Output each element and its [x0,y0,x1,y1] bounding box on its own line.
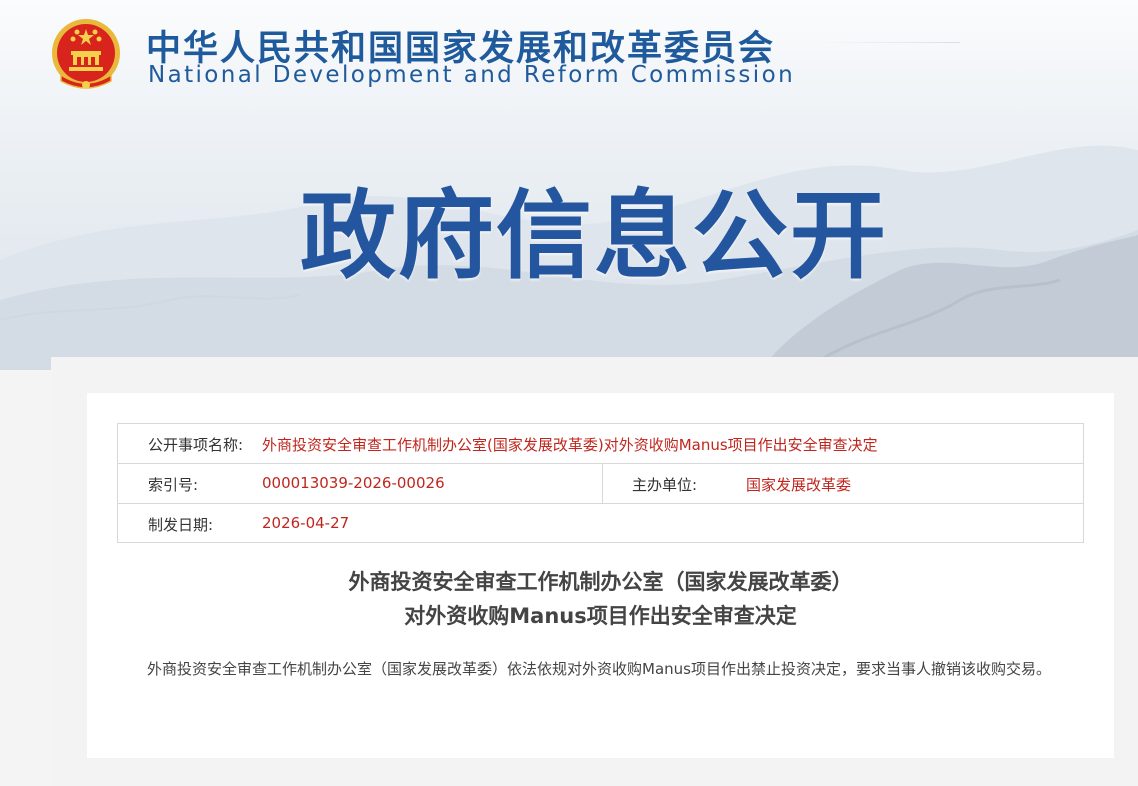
banner-title: 政府信息公开 [300,180,888,292]
table-row: 索引号: 000013039-2026-00026 主办单位: 国家发展改革委 [118,464,1083,504]
table-row: 制发日期: 2026-04-27 [118,504,1083,544]
index-number-value: 000013039-2026-00026 [262,474,445,492]
header-divider [820,42,960,43]
org-name-english: National Development and Reform Commissi… [148,62,796,88]
index-number-label: 索引号: [148,476,199,494]
national-emblem-icon [52,19,120,89]
item-name-value: 外商投资安全审查工作机制办公室(国家发展改革委)对外资收购Manus项目作出安全… [262,436,878,454]
issue-date-label: 制发日期: [148,516,214,534]
department-value: 国家发展改革委 [746,476,852,494]
item-name-label: 公开事项名称: [148,436,244,454]
document-body: 外商投资安全审查工作机制办公室（国家发展改革委）依法依规对外资收购Manus项目… [147,660,1051,678]
column-divider [602,464,603,504]
document-title-line-2: 对外资收购Manus项目作出安全审查决定 [404,604,797,628]
metadata-table: 公开事项名称: 外商投资安全审查工作机制办公室(国家发展改革委)对外资收购Man… [117,423,1084,543]
document-title-line-1: 外商投资安全审查工作机制办公室（国家发展改革委） [348,570,853,594]
issue-date-value: 2026-04-27 [262,514,350,532]
table-row: 公开事项名称: 外商投资安全审查工作机制办公室(国家发展改革委)对外资收购Man… [118,424,1083,464]
department-label: 主办单位: [632,476,698,494]
